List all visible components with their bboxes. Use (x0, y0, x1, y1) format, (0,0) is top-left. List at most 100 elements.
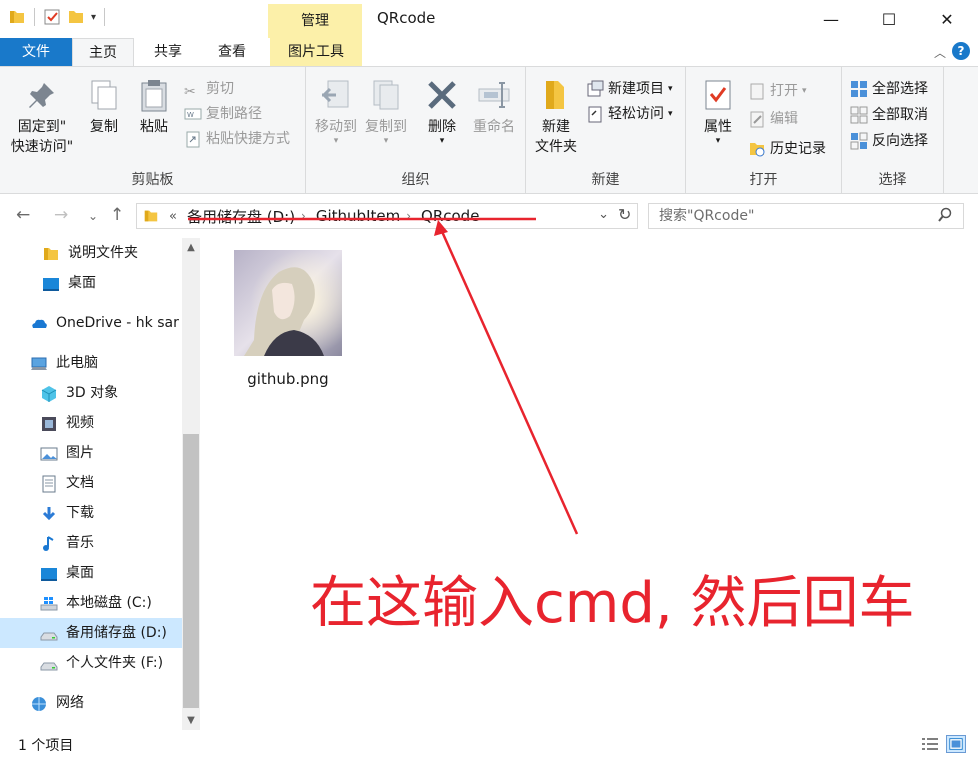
sidebar-item[interactable]: 网络 (0, 688, 182, 718)
scrollbar-thumb[interactable] (183, 434, 199, 708)
copy-to-label: 复制到 (365, 119, 407, 135)
up-icon[interactable]: ↑ (110, 205, 124, 225)
breadcrumb-qrcode[interactable]: QRcode (421, 207, 479, 225)
new-group: 新建 文件夹 新建项目 ▾ 轻松访问 ▾ 新建 (526, 67, 686, 193)
quick-access-toolbar: ▾ (8, 8, 107, 26)
properties-button[interactable]: 属性 ▾ (696, 77, 740, 146)
details-view-icon[interactable] (920, 735, 940, 753)
sidebar-item-label: 说明文件夹 (68, 245, 138, 261)
sidebar-item[interactable]: 下载 (0, 498, 182, 528)
sidebar-item[interactable]: 文档 (0, 468, 182, 498)
navigation-scrollbar[interactable]: ▲ ▼ (182, 238, 200, 730)
tab-manage[interactable]: 管理 (268, 4, 362, 38)
tab-file[interactable]: 文件 (0, 38, 72, 66)
breadcrumb-githubitem[interactable]: GithubItem (316, 207, 400, 225)
sidebar-item[interactable]: 说明文件夹 (0, 238, 182, 268)
scroll-down-icon[interactable]: ▼ (182, 715, 200, 726)
status-item-count: 1 个项目 (18, 738, 74, 754)
easy-access-button[interactable]: 轻松访问 ▾ (586, 102, 673, 126)
new-item-icon (587, 80, 604, 97)
desktop-icon (42, 274, 60, 292)
tab-home[interactable]: 主页 (72, 38, 134, 66)
new-folder-button[interactable]: 新建 文件夹 (530, 77, 582, 157)
paste-button[interactable]: 粘贴 (132, 77, 176, 137)
sidebar-item[interactable]: 桌面 (0, 268, 182, 298)
back-icon[interactable]: ← (16, 205, 30, 225)
folder-icon (42, 244, 60, 262)
refresh-icon[interactable]: ↻ (618, 205, 631, 224)
ribbon-tabs: 文件 主页 共享 查看 图片工具 (0, 38, 978, 66)
pin-quick-access-button[interactable]: 固定到" 快速访问" (6, 77, 78, 157)
open-group: 属性 ▾ 打开 ▾ 编辑 历史记录 打开 (686, 67, 842, 193)
sidebar-item[interactable]: 备用储存盘 (D:) (0, 618, 182, 648)
sidebar-item[interactable]: OneDrive - hk sar (0, 308, 182, 338)
sidebar-item-label: 备用储存盘 (D:) (66, 625, 167, 641)
paste-shortcut-icon (186, 131, 200, 148)
sidebar-item[interactable]: 桌面 (0, 558, 182, 588)
new-item-button[interactable]: 新建项目 ▾ (586, 77, 673, 101)
breadcrumb-overflow[interactable]: « (169, 209, 177, 224)
delete-icon (428, 81, 456, 109)
sidebar-item-label: OneDrive - hk sar (56, 315, 179, 331)
select-none-icon (850, 106, 868, 124)
edit-button[interactable]: 编辑 (748, 107, 798, 131)
cut-button[interactable]: ✂ 剪切 (184, 77, 234, 101)
tab-view[interactable]: 查看 (201, 38, 263, 66)
recent-locations-icon[interactable]: ⌄ (88, 209, 98, 223)
copy-button[interactable]: 复制 (82, 77, 126, 137)
chevron-right-icon[interactable]: › (406, 209, 411, 223)
help-icon[interactable]: ? (952, 42, 970, 60)
sidebar-item[interactable]: 音乐 (0, 528, 182, 558)
address-dropdown-icon[interactable]: ⌄ (598, 207, 609, 222)
sidebar-item[interactable]: 此电脑 (0, 348, 182, 378)
maximize-icon: ☐ (881, 9, 897, 29)
address-bar[interactable]: « 备用储存盘 (D:) › GithubItem › QRcode ⌄ (136, 203, 638, 229)
copy-path-button[interactable]: W 复制路径 (184, 102, 262, 126)
maximize-button[interactable]: ☐ (862, 0, 916, 38)
select-all-button[interactable]: 全部选择 (850, 77, 928, 101)
breadcrumb-d-drive[interactable]: 备用储存盘 (D:) (187, 206, 295, 227)
sidebar-item-label: 视频 (66, 415, 94, 431)
navigation-pane: 说明文件夹桌面 OneDrive - hk sar 此电脑 3D 对象视频图片 文档 下载… (0, 238, 200, 730)
rename-label: 重命名 (473, 119, 515, 135)
move-to-button[interactable]: 移动到 ▾ (312, 77, 360, 146)
invert-selection-button[interactable]: 反向选择 (850, 129, 928, 153)
new-folder-icon[interactable] (67, 8, 85, 26)
minimize-button[interactable]: — (804, 0, 858, 38)
collapse-ribbon-icon[interactable]: ︿ (934, 44, 946, 61)
tab-picture-tools[interactable]: 图片工具 (270, 38, 362, 66)
new-group-label: 新建 (591, 172, 620, 188)
rename-button[interactable]: 重命名 (468, 77, 520, 137)
scroll-up-icon[interactable]: ▲ (182, 242, 200, 253)
delete-button[interactable]: 删除 ▾ (420, 77, 464, 146)
folder-icon (10, 11, 24, 23)
sidebar-item[interactable]: 图片 (0, 438, 182, 468)
sidebar-item[interactable]: 本地磁盘 (C:) (0, 588, 182, 618)
search-icon[interactable] (937, 207, 953, 223)
properties-icon[interactable] (43, 8, 61, 26)
forward-icon[interactable]: → (54, 205, 68, 225)
open-label: 打开 (770, 83, 798, 99)
history-button[interactable]: 历史记录 (748, 137, 826, 161)
svg-text:W: W (187, 111, 194, 119)
large-icons-view-icon[interactable] (946, 735, 966, 753)
paste-icon (141, 80, 167, 112)
select-none-button[interactable]: 全部取消 (850, 103, 928, 127)
open-button[interactable]: 打开 ▾ (748, 79, 807, 103)
file-item[interactable]: github.png (232, 250, 344, 388)
paste-shortcut-button[interactable]: 粘贴快捷方式 (184, 127, 290, 151)
organize-group: 移动到 ▾ 复制到 ▾ 删除 ▾ 重命名 组织 (306, 67, 526, 193)
invert-selection-icon (850, 132, 868, 150)
close-button[interactable]: ✕ (920, 0, 974, 38)
sidebar-item[interactable]: 视频 (0, 408, 182, 438)
search-input[interactable]: 搜索"QRcode" (648, 203, 964, 229)
qat-dropdown-icon[interactable]: ▾ (91, 12, 96, 23)
copy-path-label: 复制路径 (206, 106, 262, 122)
sidebar-item[interactable]: 3D 对象 (0, 378, 182, 408)
copy-to-button[interactable]: 复制到 ▾ (362, 77, 410, 146)
tab-share[interactable]: 共享 (137, 38, 199, 66)
chevron-right-icon[interactable]: › (301, 209, 306, 223)
sidebar-item[interactable]: 个人文件夹 (F:) (0, 648, 182, 678)
new-item-label: 新建项目 (608, 81, 664, 97)
select-all-icon (851, 81, 867, 97)
